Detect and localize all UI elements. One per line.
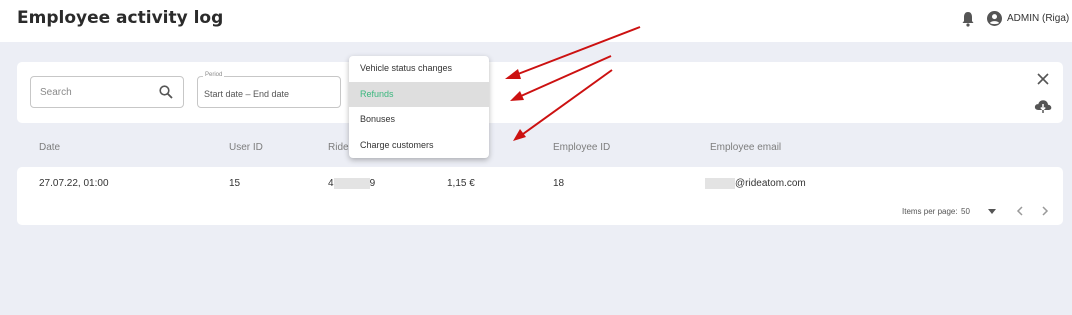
activity-type-menu: Vehicle status changes Refunds Bonuses C… (349, 56, 489, 158)
account-circle-icon[interactable] (987, 11, 1002, 26)
cell-employee-id: 18 (553, 178, 565, 189)
column-header-employee-email[interactable]: Employee email (710, 142, 781, 153)
table-card: 27.07.22, 01:00 15 49 1,15 € 18 @rideato… (17, 167, 1063, 225)
caret-down-icon[interactable] (988, 209, 996, 214)
filter-panel: Period Start date – End date (17, 62, 1063, 123)
cell-user-id: 15 (229, 178, 241, 189)
ride-id-suffix: 9 (369, 178, 376, 190)
period-value[interactable]: Start date – End date (204, 89, 289, 99)
redacted-block (333, 178, 370, 189)
period-field[interactable]: Period Start date – End date (197, 72, 341, 108)
bell-icon[interactable] (961, 11, 975, 27)
search-icon[interactable] (159, 85, 173, 99)
menu-item-bonuses[interactable]: Bonuses (349, 107, 489, 132)
cell-amount: 1,15 € (447, 178, 475, 189)
menu-item-vehicle-status-changes[interactable]: Vehicle status changes (349, 56, 489, 81)
column-header-ride[interactable]: Ride (328, 142, 349, 153)
items-per-page-select[interactable]: 50 (961, 207, 970, 216)
table-header: Date User ID Ride Employee ID Employee e… (17, 138, 1063, 158)
page-title: Employee activity log (17, 8, 224, 28)
column-header-date[interactable]: Date (39, 142, 60, 153)
chevron-left-icon[interactable] (1016, 206, 1024, 216)
redacted-block (705, 178, 735, 189)
period-label: Period (203, 72, 225, 78)
cloud-download-icon[interactable] (1034, 98, 1052, 114)
items-per-page-label: Items per page: (902, 207, 958, 216)
column-header-employee-id[interactable]: Employee ID (553, 142, 610, 153)
email-domain: @rideatom.com (735, 178, 806, 190)
cell-employee-email: @rideatom.com (705, 178, 806, 189)
search-field[interactable] (30, 76, 184, 108)
cell-ride: 49 (328, 178, 375, 189)
menu-item-refunds[interactable]: Refunds (349, 82, 489, 107)
top-bar: Employee activity log ADMIN (Riga) (0, 0, 1072, 42)
user-label[interactable]: ADMIN (Riga) (1007, 13, 1069, 24)
cell-date: 27.07.22, 01:00 (39, 178, 109, 189)
column-header-user-id[interactable]: User ID (229, 142, 263, 153)
search-input[interactable] (40, 77, 155, 107)
close-icon[interactable] (1037, 73, 1049, 85)
chevron-right-icon[interactable] (1041, 206, 1049, 216)
menu-item-charge-customers[interactable]: Charge customers (349, 133, 489, 158)
